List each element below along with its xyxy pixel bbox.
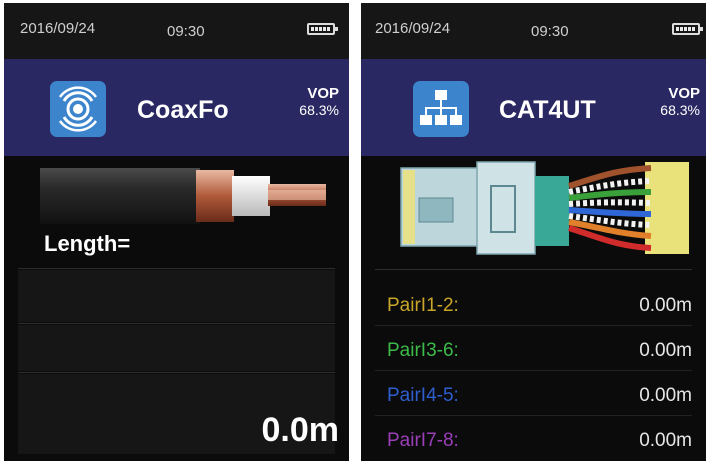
row-divider [18, 323, 335, 324]
pair-row: PairI4-5: 0.00m [373, 373, 698, 413]
pair-value: 0.00m [639, 340, 692, 361]
row-divider [18, 268, 335, 269]
row-divider [375, 415, 692, 416]
vop-display: VOP 68.3% [299, 85, 339, 119]
coax-radar-icon[interactable] [50, 81, 106, 137]
status-time: 09:30 [531, 23, 569, 40]
length-value: 0.0m [261, 411, 340, 449]
battery-icon [307, 23, 338, 35]
vop-label: VOP [668, 85, 700, 102]
row-divider [375, 370, 692, 371]
coax-screen: 2016/09/24 09:30 CoaxFo VOP 68.3% Length… [4, 3, 349, 461]
status-bar: 2016/09/24 09:30 [361, 3, 706, 59]
app-title: CoaxFo [137, 96, 229, 124]
result-row [18, 325, 335, 371]
pair-row: PairI3-6: 0.00m [373, 328, 698, 368]
app-header: CAT4UT VOP 68.3% [361, 59, 706, 156]
vop-value: 68.3% [299, 102, 339, 118]
pair-label: PairI3-6: [387, 340, 459, 361]
row-divider [375, 269, 692, 270]
network-tree-icon[interactable] [413, 81, 469, 137]
pair-value: 0.00m [639, 430, 692, 451]
vop-label: VOP [307, 85, 339, 102]
status-time: 09:30 [167, 23, 205, 40]
coax-cable-illustration [40, 168, 326, 224]
vop-display: VOP 68.3% [660, 85, 700, 119]
status-date: 2016/09/24 [375, 20, 451, 37]
row-divider [375, 325, 692, 326]
pair-value: 0.00m [639, 295, 692, 316]
cat-screen: 2016/09/24 09:30 CAT4UT VOP 68.3% PairI1… [361, 3, 706, 461]
status-bar: 2016/09/24 09:30 [4, 3, 349, 59]
pair-row: PairI7-8: 0.00m [373, 418, 698, 458]
vop-value: 68.3% [660, 102, 700, 118]
app-title: CAT4UT [499, 96, 596, 124]
app-header: CoaxFo VOP 68.3% [4, 59, 349, 156]
pair-value: 0.00m [639, 385, 692, 406]
rj45-connector-illustration [400, 161, 689, 255]
pair-label: PairI7-8: [387, 430, 459, 451]
battery-icon [672, 23, 703, 35]
length-label: Length= [44, 231, 131, 256]
pair-row: PairI1-2: 0.00m [373, 283, 698, 323]
pair-label: PairI4-5: [387, 385, 459, 406]
status-date: 2016/09/24 [20, 20, 96, 37]
result-row [18, 270, 335, 322]
row-divider [18, 372, 335, 373]
pair-label: PairI1-2: [387, 295, 459, 316]
